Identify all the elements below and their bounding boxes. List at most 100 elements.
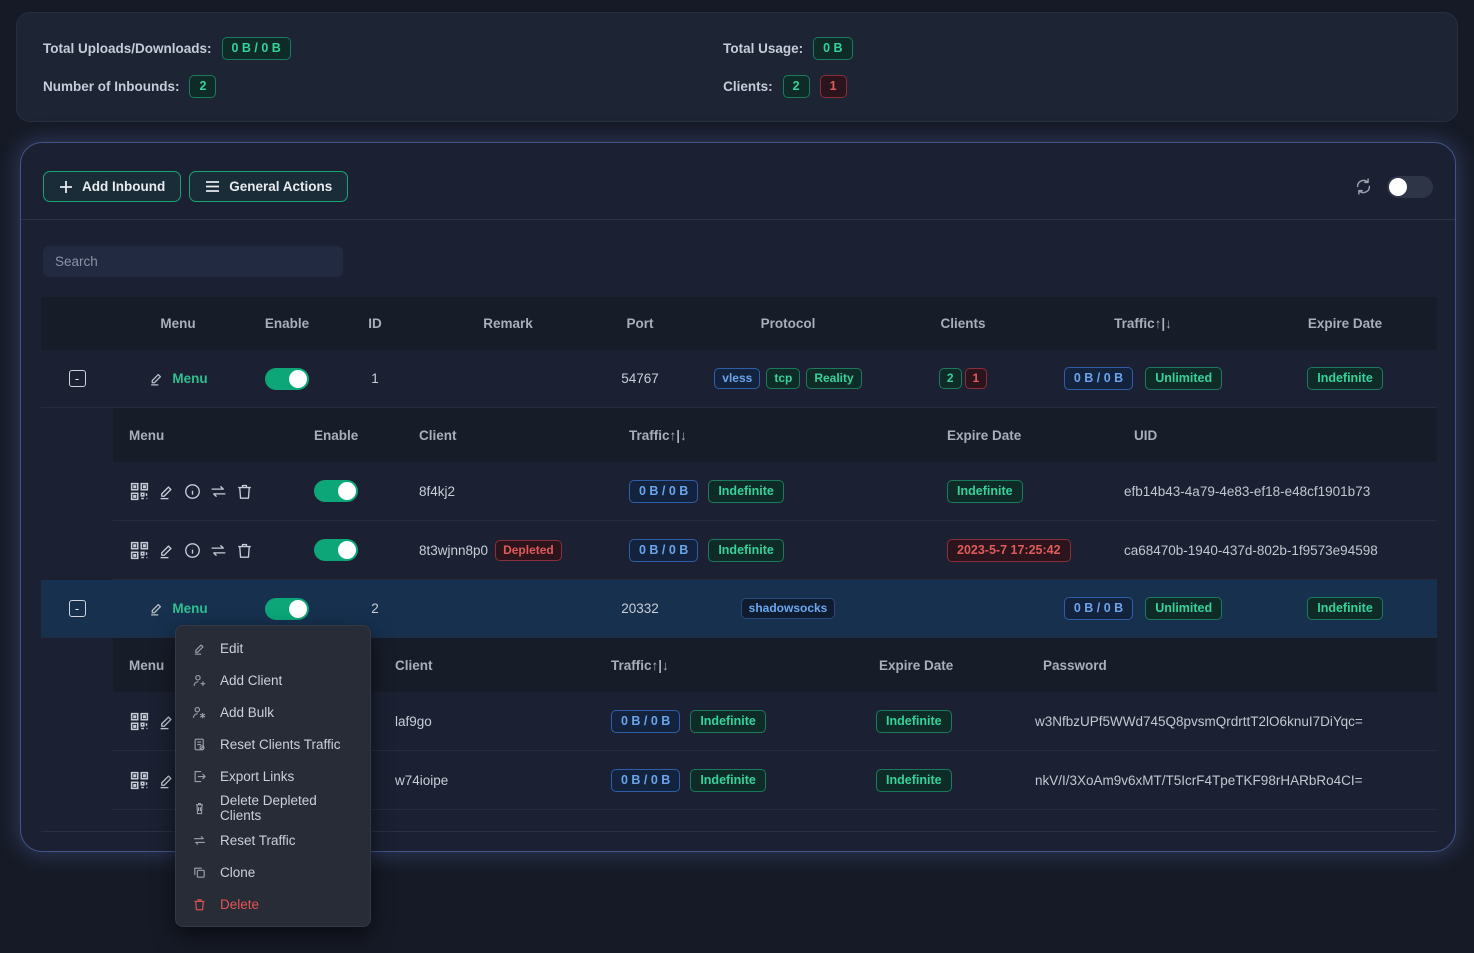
- depleted-badge: Depleted: [495, 540, 562, 561]
- header-traffic[interactable]: Traffic↑|↓: [613, 428, 931, 443]
- refresh-icon[interactable]: [1354, 177, 1373, 196]
- qr-code-icon[interactable]: [129, 770, 150, 791]
- edit-icon: [192, 641, 207, 656]
- menu-item-add-bulk[interactable]: Add Bulk: [176, 696, 370, 728]
- client-expire-badge: Indefinite: [876, 710, 952, 733]
- edit-client-icon[interactable]: [157, 482, 176, 501]
- protocol-tag: tcp: [766, 368, 800, 389]
- header-enable: Enable: [298, 428, 403, 443]
- row-menu-label: Menu: [172, 371, 207, 386]
- client-row: 8f4kj2 0 B / 0 B Indefinite Indefinite e…: [113, 462, 1437, 521]
- menu-item-export-links[interactable]: Export Links: [176, 760, 370, 792]
- client-enable-toggle[interactable]: [314, 539, 358, 561]
- stat-uploads-value: 0 B / 0 B: [222, 37, 291, 60]
- inbound-id: 2: [331, 601, 419, 616]
- enable-toggle[interactable]: [265, 368, 309, 390]
- collapse-row-button[interactable]: -: [69, 600, 86, 617]
- client-uid: efb14b43-4a79-4e83-ef18-e48cf1901b73: [1124, 484, 1370, 499]
- client-traffic-badge: 0 B / 0 B: [629, 539, 698, 562]
- reset-clients-traffic-icon: [192, 737, 207, 752]
- search-input[interactable]: [43, 246, 343, 277]
- header-client: Client: [403, 428, 613, 443]
- clients-active-badge: 2: [939, 368, 962, 389]
- row-menu-button[interactable]: Menu: [148, 600, 207, 617]
- info-icon[interactable]: [183, 541, 202, 560]
- add-bulk-icon: [192, 705, 207, 720]
- header-client: Client: [379, 658, 595, 673]
- dark-mode-toggle[interactable]: [1387, 176, 1433, 198]
- info-icon[interactable]: [183, 482, 202, 501]
- qr-code-icon[interactable]: [129, 481, 150, 502]
- reset-traffic-icon[interactable]: [209, 541, 228, 560]
- menu-item-delete-depleted-clients[interactable]: Delete Depleted Clients: [176, 792, 370, 824]
- stat-clients-label: Clients:: [723, 79, 773, 94]
- header-protocol: Protocol: [683, 316, 893, 331]
- toolbar-divider: [21, 219, 1455, 220]
- client-limit-badge: Indefinite: [690, 710, 766, 733]
- inbound-id: 1: [331, 371, 419, 386]
- client-limit-badge: Indefinite: [708, 480, 784, 503]
- delete-client-icon[interactable]: [235, 541, 254, 560]
- add-inbound-label: Add Inbound: [82, 179, 165, 194]
- client-enable-toggle[interactable]: [314, 480, 358, 502]
- edit-pencil-icon: [148, 600, 165, 617]
- menu-item-clone[interactable]: Clone: [176, 856, 370, 888]
- inbound-traffic: 0 B / 0 B Unlimited: [1033, 597, 1253, 620]
- client-name: 8t3wjnn8p0: [419, 543, 488, 558]
- edit-client-icon[interactable]: [157, 771, 176, 790]
- header-expire-date: Expire Date: [1253, 316, 1437, 331]
- stat-usage-label: Total Usage:: [723, 41, 803, 56]
- inbound-port: 54767: [597, 371, 683, 386]
- client-name: laf9go: [379, 714, 595, 729]
- client-expire-badge: 2023-5-7 17:25:42: [947, 539, 1071, 562]
- client-table-header: Menu Enable Client Traffic↑|↓ Expire Dat…: [113, 408, 1437, 462]
- menu-item-edit[interactable]: Edit: [176, 632, 370, 664]
- inbound-port: 20332: [597, 601, 683, 616]
- reset-traffic-icon[interactable]: [209, 482, 228, 501]
- header-traffic[interactable]: Traffic↑|↓: [595, 658, 863, 673]
- header-id: ID: [331, 316, 419, 331]
- client-traffic-badge: 0 B / 0 B: [611, 710, 680, 733]
- menu-item-delete[interactable]: Delete: [176, 888, 370, 920]
- header-uid: UID: [1118, 428, 1437, 443]
- edit-client-icon[interactable]: [157, 712, 176, 731]
- client-uid: ca68470b-1940-437d-802b-1f9573e94598: [1124, 543, 1378, 558]
- header-expire-date: Expire Date: [931, 428, 1118, 443]
- add-inbound-button[interactable]: Add Inbound: [43, 171, 181, 202]
- delete-icon: [192, 897, 207, 912]
- menu-item-reset-traffic[interactable]: Reset Traffic: [176, 824, 370, 856]
- collapse-row-button[interactable]: -: [69, 370, 86, 387]
- header-menu: Menu: [113, 316, 243, 331]
- enable-toggle[interactable]: [265, 598, 309, 620]
- stat-clients-active-value: 2: [783, 75, 810, 98]
- edit-client-icon[interactable]: [157, 541, 176, 560]
- stat-inbounds-label: Number of Inbounds:: [43, 79, 179, 94]
- stat-clients: Clients: 2 1: [723, 75, 1431, 98]
- inbound-row-1: - Menu 1 54767 vless tcp Reality 2 1 0: [41, 350, 1437, 408]
- client-name: 8f4kj2: [403, 484, 613, 499]
- protocol-tag: Reality: [806, 368, 861, 389]
- inbound-protocol-tags: vless tcp Reality: [683, 368, 893, 389]
- stat-uploads-label: Total Uploads/Downloads:: [43, 41, 212, 56]
- general-actions-label: General Actions: [229, 179, 332, 194]
- menu-item-reset-clients-traffic[interactable]: Reset Clients Traffic: [176, 728, 370, 760]
- row-menu-button[interactable]: Menu: [148, 370, 207, 387]
- traffic-badge: 0 B / 0 B: [1064, 367, 1133, 390]
- menu-item-add-client[interactable]: Add Client: [176, 664, 370, 696]
- qr-code-icon[interactable]: [129, 540, 150, 561]
- general-actions-button[interactable]: General Actions: [189, 171, 348, 202]
- traffic-limit-badge: Unlimited: [1145, 367, 1222, 390]
- protocol-tag: vless: [714, 368, 760, 389]
- client-expire-badge: Indefinite: [947, 480, 1023, 503]
- stat-uploads: Total Uploads/Downloads: 0 B / 0 B: [43, 37, 723, 60]
- stats-card: Total Uploads/Downloads: 0 B / 0 B Total…: [16, 12, 1458, 122]
- qr-code-icon[interactable]: [129, 711, 150, 732]
- stat-inbounds-value: 2: [189, 75, 216, 98]
- inbounds-table-header: Menu Enable ID Remark Port Protocol Clie…: [41, 297, 1437, 350]
- delete-client-icon[interactable]: [235, 482, 254, 501]
- clients-depleted-badge: 1: [965, 368, 988, 389]
- header-menu: Menu: [113, 428, 298, 443]
- header-traffic[interactable]: Traffic↑|↓: [1033, 316, 1253, 331]
- inbound-protocol-tags: shadowsocks: [683, 598, 893, 619]
- client-limit-badge: Indefinite: [708, 539, 784, 562]
